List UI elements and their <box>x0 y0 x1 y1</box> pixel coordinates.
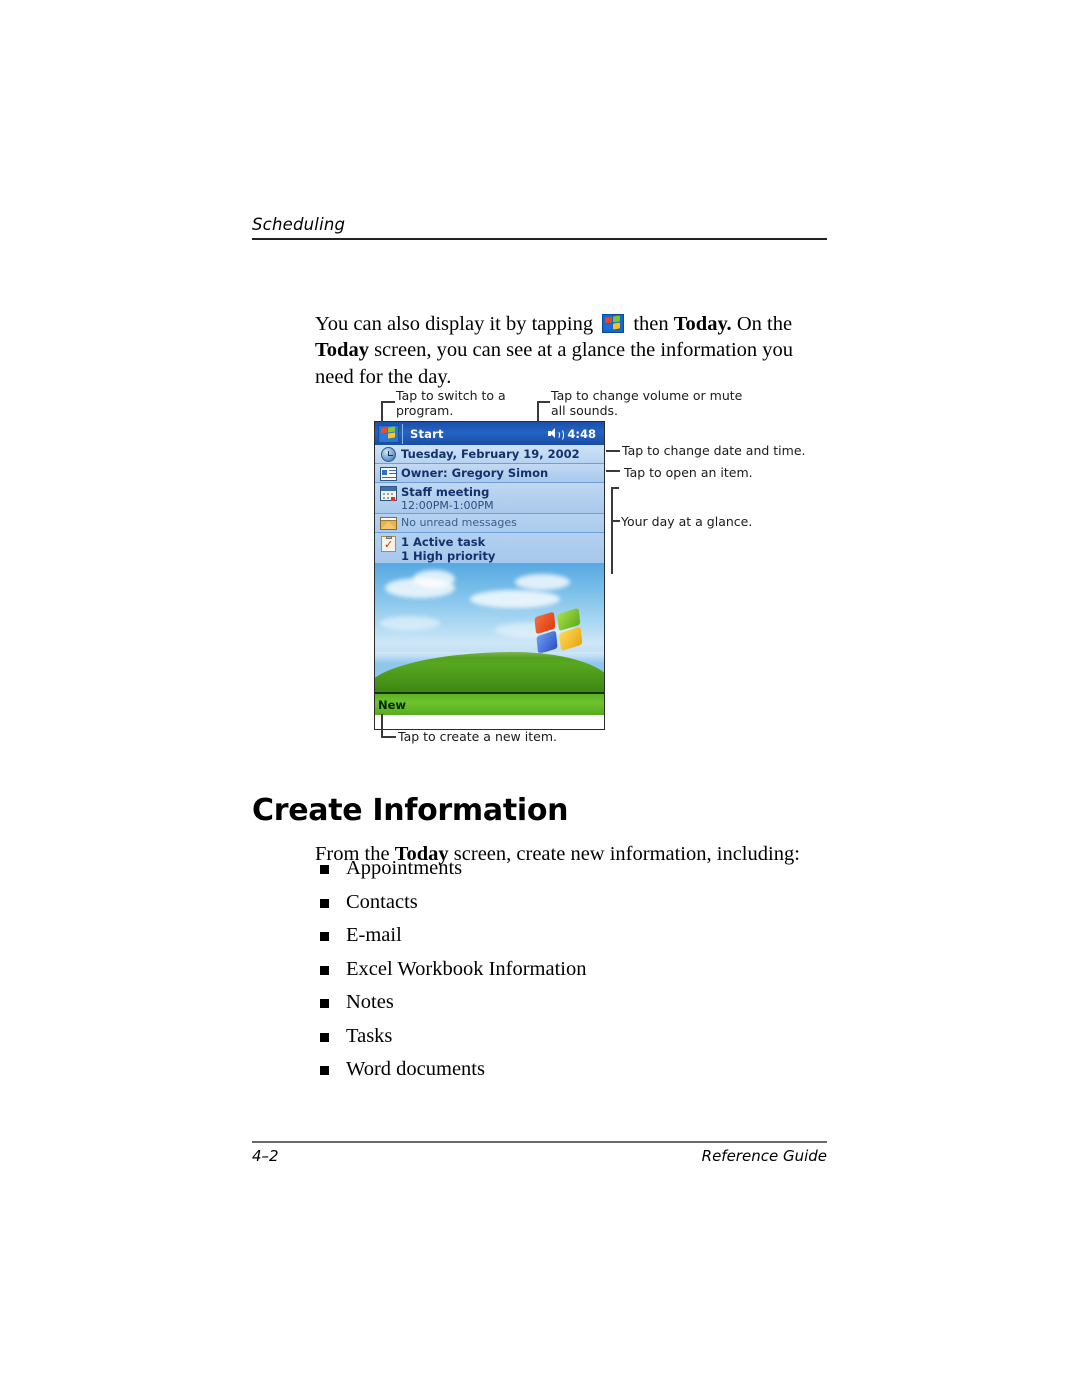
owner-label: Owner: Gregory Simon <box>401 466 549 480</box>
list-item-label: Word documents <box>346 1058 485 1080</box>
list-item: Appointments <box>318 852 587 886</box>
list-item: Notes <box>318 986 587 1020</box>
windows-start-flag-icon <box>602 313 625 333</box>
create-information-list: Appointments Contacts E-mail Excel Workb… <box>318 852 587 1087</box>
list-item-label: Excel Workbook Information <box>346 957 587 980</box>
task-icon-cell: ✓ <box>375 535 401 552</box>
titlebar-right-group: 4:48 <box>548 427 596 441</box>
list-item: Excel Workbook Information <box>318 953 587 987</box>
windows-xp-logo <box>534 607 584 655</box>
row-owner-text: Owner: Gregory Simon <box>401 466 604 480</box>
today-row-appointment[interactable]: Staff meeting 12:00PM-1:00PM <box>375 483 604 514</box>
square-bullet-icon <box>320 898 329 908</box>
today-row-owner[interactable]: Owner: Gregory Simon <box>375 464 604 483</box>
square-bullet-icon <box>320 1032 329 1042</box>
list-item-label: E-mail <box>346 924 402 946</box>
clock-icon <box>380 447 396 462</box>
appointment-time: 12:00PM-1:00PM <box>401 499 494 512</box>
pda-today-screenshot: Start 4:48 Tuesday, February 19, 2002 Ow… <box>374 421 605 730</box>
pda-new-command-bar[interactable]: New <box>375 692 604 715</box>
intro-text-part4: screen, you can see at a glance the info… <box>315 339 794 388</box>
row-date-text: Tuesday, February 19, 2002 <box>401 447 604 461</box>
square-bullet-icon <box>320 999 329 1008</box>
square-bullet-icon <box>320 865 329 874</box>
callout-day-glance: Your day at a glance. <box>621 514 753 529</box>
list-item: Word documents <box>318 1053 587 1087</box>
square-bullet-icon <box>320 932 329 941</box>
leader-line-volume-v <box>537 401 539 422</box>
today-row-date[interactable]: Tuesday, February 19, 2002 <box>375 445 604 464</box>
footer-guide-label: Reference Guide <box>701 1147 827 1165</box>
list-item-label: Contacts <box>346 890 418 913</box>
pda-titlebar: Start 4:48 <box>375 422 604 445</box>
row-tasks-text: 1 Active task 1 High priority <box>401 535 604 563</box>
callout-new-item: Tap to create a new item. <box>398 729 557 744</box>
page-title: Create Information <box>252 793 569 829</box>
list-item-label: Notes <box>346 991 394 1013</box>
mail-icon-cell <box>375 516 401 530</box>
new-button-label[interactable]: New <box>378 698 406 712</box>
leader-line-switch-program-h <box>381 401 395 403</box>
leader-line-open-item <box>606 470 620 472</box>
row-appointment-text: Staff meeting 12:00PM-1:00PM <box>401 485 604 512</box>
intro-bold-today-1: Today. <box>673 312 732 335</box>
callout-date-time: Tap to change date and time. <box>622 443 806 458</box>
row-messages-text: No unread messages <box>401 516 604 530</box>
footer-divider <box>252 1141 827 1143</box>
intro-text-part3: On the <box>731 312 793 335</box>
leader-line-volume-h <box>537 401 550 403</box>
leader-line-new-item-v <box>381 714 383 737</box>
callout-switch-program: Tap to switch to a program. <box>396 388 506 418</box>
intro-bold-today-2: Today <box>315 339 369 361</box>
list-item: Tasks <box>318 1020 587 1054</box>
intro-text-part2: then <box>628 312 674 335</box>
messages-status: No unread messages <box>401 516 517 529</box>
tasks-active-label: 1 Active task <box>401 535 486 549</box>
start-menu-label[interactable]: Start <box>410 427 444 441</box>
today-row-tasks[interactable]: ✓ 1 Active task 1 High priority <box>375 533 604 564</box>
clock-icon-cell <box>375 446 401 462</box>
callout-open-item: Tap to open an item. <box>624 465 753 480</box>
speaker-volume-icon[interactable] <box>548 427 564 441</box>
list-item: Contacts <box>318 886 587 920</box>
square-bullet-icon <box>320 1066 329 1075</box>
tasks-priority-label: 1 High priority <box>401 549 496 563</box>
pda-wallpaper <box>375 564 604 692</box>
owner-card-icon <box>379 466 397 481</box>
leader-line-date-time <box>606 450 620 452</box>
wallpaper-hill <box>375 652 604 692</box>
mail-icon <box>379 517 397 530</box>
task-clipboard-icon: ✓ <box>380 535 396 552</box>
windows-start-flag-icon[interactable] <box>378 424 399 443</box>
header-divider <box>252 238 827 240</box>
clock-label[interactable]: 4:48 <box>567 427 596 441</box>
leader-bracket-day-glance-top <box>611 487 619 489</box>
intro-paragraph: You can also display it by tapping then … <box>315 311 820 391</box>
list-item: E-mail <box>318 919 587 953</box>
leader-bracket-day-glance-v <box>611 487 613 574</box>
leader-line-new-item-h <box>381 736 396 738</box>
owner-icon-cell <box>375 466 401 481</box>
calendar-icon-cell <box>375 485 401 501</box>
page-header: Scheduling <box>252 215 827 240</box>
leader-line-switch-program-v <box>381 401 383 422</box>
list-item-label: Tasks <box>346 1024 393 1047</box>
titlebar-separator <box>402 423 403 444</box>
calendar-icon <box>379 486 397 501</box>
intro-text-part1: You can also display it by tapping <box>315 312 599 335</box>
square-bullet-icon <box>320 965 329 975</box>
today-row-messages[interactable]: No unread messages <box>375 514 604 533</box>
leader-line-day-glance-h <box>611 520 620 522</box>
appointment-title: Staff meeting <box>401 485 490 499</box>
list-item-label: Appointments <box>346 857 463 879</box>
today-date-label: Tuesday, February 19, 2002 <box>401 447 580 461</box>
callout-volume: Tap to change volume or mute all sounds. <box>551 388 743 418</box>
running-head-title: Scheduling <box>252 215 346 234</box>
